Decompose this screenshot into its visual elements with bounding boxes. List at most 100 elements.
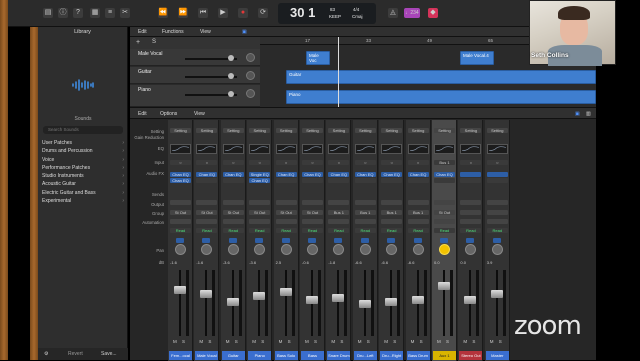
volume-fader-track[interactable] bbox=[337, 270, 340, 336]
automation-mode[interactable]: Read bbox=[407, 228, 429, 233]
audio-fx-slot[interactable]: Chan EQ bbox=[275, 172, 297, 177]
audio-fx-slot[interactable]: Chan EQ bbox=[249, 178, 271, 183]
mixer-view-menu[interactable]: View bbox=[194, 111, 205, 117]
input-slot[interactable]: ○ bbox=[222, 160, 244, 165]
mute-button[interactable]: M bbox=[199, 339, 203, 344]
group-slot[interactable] bbox=[328, 219, 350, 224]
input-slot[interactable]: ○ bbox=[170, 160, 191, 165]
audio-fx-slot[interactable]: Single EQ bbox=[249, 172, 271, 177]
automation-mode[interactable]: Read bbox=[328, 228, 350, 233]
volume-fader[interactable] bbox=[200, 290, 213, 298]
group-slot[interactable] bbox=[407, 219, 429, 224]
automation-mode[interactable]: Read bbox=[302, 228, 323, 233]
volume-fader-track[interactable] bbox=[179, 270, 181, 336]
eq-thumbnail[interactable] bbox=[196, 144, 218, 154]
input-slot[interactable]: ○ bbox=[381, 160, 403, 165]
automation-toggle[interactable] bbox=[360, 238, 369, 243]
group-slot[interactable] bbox=[381, 219, 403, 224]
mute-button[interactable]: M bbox=[411, 339, 415, 344]
audio-fx-slot[interactable] bbox=[222, 178, 244, 183]
mixer-edit-menu[interactable]: Edit bbox=[138, 111, 147, 117]
audio-fx-slot[interactable]: Chan EQ bbox=[222, 172, 244, 177]
solo-button[interactable]: S bbox=[472, 339, 475, 344]
strip-name[interactable]: Bass Solo bbox=[274, 351, 298, 360]
audio-fx-slot[interactable] bbox=[275, 178, 297, 183]
mute-button[interactable]: M bbox=[252, 339, 256, 344]
help-icon[interactable]: ? bbox=[73, 8, 83, 18]
output-slot[interactable]: Bus 1 bbox=[381, 210, 403, 215]
setting-button[interactable]: Setting bbox=[328, 128, 350, 133]
track-row[interactable]: Piano bbox=[130, 85, 260, 107]
automation-mode[interactable]: Read bbox=[460, 228, 482, 233]
eq-thumbnail[interactable] bbox=[170, 144, 191, 154]
input-slot[interactable]: ○ bbox=[407, 160, 429, 165]
group-slot[interactable] bbox=[170, 219, 191, 224]
volume-fader-track[interactable] bbox=[284, 270, 287, 336]
automation-toggle[interactable] bbox=[255, 238, 264, 243]
setting-button[interactable]: Setting bbox=[222, 128, 244, 133]
track-row[interactable]: Guitar bbox=[130, 67, 260, 84]
volume-fader-track[interactable] bbox=[258, 270, 261, 336]
group-slot[interactable] bbox=[275, 219, 297, 224]
mute-button[interactable]: M bbox=[331, 339, 335, 344]
eq-thumbnail[interactable] bbox=[486, 144, 508, 154]
setting-button[interactable]: Setting bbox=[196, 128, 218, 133]
eq-thumbnail[interactable] bbox=[460, 144, 482, 154]
volume-fader[interactable] bbox=[226, 298, 239, 306]
pan-knob[interactable] bbox=[386, 244, 398, 255]
volume-knob[interactable] bbox=[228, 55, 234, 61]
audio-region[interactable]: Male Voc bbox=[306, 51, 330, 65]
audio-fx-slot[interactable]: Chan EQ bbox=[434, 172, 455, 177]
output-slot[interactable]: St Out bbox=[170, 210, 191, 215]
channel-strip[interactable]: Setting ○ Chan EQ Chan EQ St Out Read -1.6 M S Fe… bbox=[168, 120, 193, 361]
audio-fx-slot[interactable]: Chan EQ bbox=[196, 172, 218, 177]
channel-strip[interactable]: Setting ○ Read 0.0 M S Stereo Out bbox=[458, 120, 484, 361]
automation-toggle[interactable] bbox=[334, 238, 343, 243]
group-slot[interactable] bbox=[222, 219, 244, 224]
audio-fx-slot[interactable] bbox=[302, 178, 323, 183]
audio-fx-slot[interactable]: Chan EQ bbox=[407, 172, 429, 177]
sends-slot[interactable] bbox=[170, 200, 191, 205]
channel-strip[interactable]: Setting ○ Chan EQ Bus 1 Read -6.6 M S Dru...Left bbox=[352, 120, 378, 361]
setting-button[interactable]: Setting bbox=[275, 128, 297, 133]
output-slot[interactable]: Bus 1 bbox=[354, 210, 376, 215]
strip-name[interactable]: Master bbox=[485, 351, 509, 360]
strip-name[interactable]: Dru...Right bbox=[380, 351, 404, 360]
audio-fx-slot[interactable] bbox=[354, 178, 376, 183]
channel-strip[interactable]: Setting ○ Chan EQ Bus 1 Read -6.6 M S Bass Drum bbox=[405, 120, 431, 361]
sends-slot[interactable] bbox=[275, 200, 297, 205]
go-to-start-icon[interactable]: ⏮ bbox=[198, 8, 208, 18]
eq-thumbnail[interactable] bbox=[407, 144, 429, 154]
solo-button[interactable]: S bbox=[446, 339, 449, 344]
channel-strip[interactable]: Setting ○ Read 3.9 M S Master bbox=[484, 120, 510, 361]
sends-slot[interactable] bbox=[354, 200, 376, 205]
solo-button[interactable]: S bbox=[208, 339, 211, 344]
volume-knob[interactable] bbox=[228, 73, 234, 79]
participant-video[interactable]: Seth Collins bbox=[529, 0, 616, 66]
setting-button[interactable]: Setting bbox=[407, 128, 429, 133]
group-slot[interactable] bbox=[354, 219, 376, 224]
lcd-display[interactable]: 30 1 83 KEEP 4/4 Cmaj bbox=[278, 3, 376, 24]
automation-toggle[interactable] bbox=[413, 238, 422, 243]
pan-knob[interactable] bbox=[412, 244, 424, 255]
category-item[interactable]: Studio Instruments bbox=[42, 172, 126, 181]
solo-icon[interactable]: S bbox=[152, 39, 156, 45]
eq-thumbnail[interactable] bbox=[275, 144, 297, 154]
input-slot[interactable]: Bus 1 bbox=[434, 160, 455, 165]
automation-mode[interactable]: Read bbox=[196, 228, 218, 233]
strip-name[interactable]: Dru...Left bbox=[353, 351, 377, 360]
strip-name[interactable]: Bass Drum bbox=[406, 351, 430, 360]
output-slot[interactable]: St Out bbox=[434, 210, 455, 215]
mute-button[interactable]: M bbox=[490, 339, 494, 344]
category-item[interactable]: Voice bbox=[42, 156, 126, 165]
volume-fader[interactable] bbox=[279, 288, 292, 296]
volume-fader[interactable] bbox=[464, 296, 477, 304]
setting-button[interactable]: Setting bbox=[302, 128, 323, 133]
setting-button[interactable]: Setting bbox=[249, 128, 271, 133]
metronome-icon[interactable]: ◬ bbox=[388, 8, 398, 18]
mute-button[interactable]: M bbox=[279, 339, 283, 344]
view-menu[interactable]: View bbox=[200, 29, 211, 35]
category-item[interactable]: Electric Guitar and Bass bbox=[42, 189, 126, 198]
mute-button[interactable]: M bbox=[384, 339, 388, 344]
strip-name[interactable]: Fem...ocal bbox=[169, 351, 192, 360]
